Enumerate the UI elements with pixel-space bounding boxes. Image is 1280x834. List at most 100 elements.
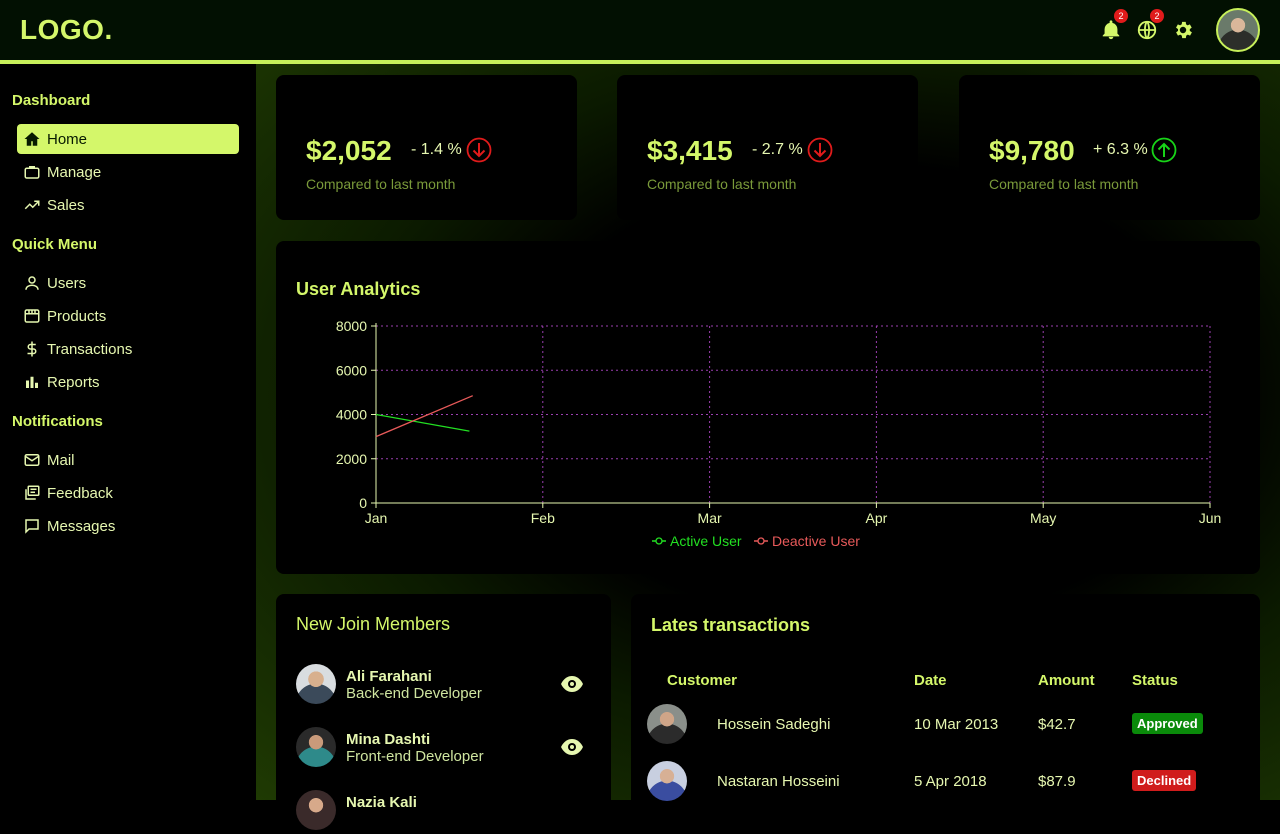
eye-icon[interactable] [560,674,584,694]
new-members-panel: New Join Members Ali Farahani Back-end D… [276,594,611,830]
sidebar-item-manage[interactable]: Manage [17,157,239,187]
legend-label: Deactive User [772,533,860,549]
sidebar-item-sales[interactable]: Sales [17,190,239,220]
language-badge: 2 [1150,9,1164,23]
feedback-icon [23,484,41,502]
briefcase-icon [23,163,41,181]
transaction-amount: $87.9 [1038,773,1076,790]
legend-marker [655,537,663,545]
home-icon [23,130,41,148]
store-icon [23,307,41,325]
section-title-notifications: Notifications [12,413,103,430]
column-header-amount: Amount [1038,672,1095,689]
y-tick-label: 6000 [336,362,367,378]
list-item[interactable]: Mina Dashti Front-end Developer [296,727,586,771]
sidebar-item-label: Home [47,130,88,148]
transactions-panel: Lates transactions Customer Date Amount … [631,594,1260,814]
x-tick-label: Mar [698,510,722,526]
avatar [296,664,336,704]
member-role: Front-end Developer [346,748,484,765]
stat-card: $9,780 + 6.3 % Compared to last month [959,75,1260,220]
x-tick-label: May [1030,510,1056,526]
series-line [375,395,473,438]
sidebar-item-label: Feedback [47,484,113,502]
column-header-date: Date [914,672,947,689]
user-icon [23,274,41,292]
panel-title: Lates transactions [651,615,811,635]
stat-delta: - 1.4 % [411,141,462,158]
x-tick-label: Jun [1199,510,1222,526]
sidebar-item-label: Manage [47,163,102,181]
sidebar-item-transactions[interactable]: Transactions [17,334,239,364]
sidebar-item-label: Mail [47,451,75,469]
globe-icon[interactable]: 2 [1136,9,1164,41]
section-title-quick-menu: Quick Menu [12,236,98,253]
message-icon [23,517,41,535]
user-analytics-chart: 0 2000 4000 6000 8000 Jan Feb Mar Apr May Jun Activ… [336,318,1222,549]
list-item[interactable]: Ali Farahani Back-end Developer [296,664,586,708]
avatar [296,727,336,767]
avatar [647,704,687,744]
logo[interactable]: LOGO. [20,14,113,46]
user-analytics-panel: User Analytics 0 2000 4000 6000 8000 Jan Feb Ma… [276,241,1260,574]
sidebar-item-feedback[interactable]: Feedback [17,478,239,508]
customer-name: Nastaran Hosseini [717,773,840,790]
member-role: Back-end Developer [346,685,482,702]
y-tick-label: 8000 [336,318,367,334]
sidebar-item-mail[interactable]: Mail [17,445,239,475]
sidebar-item-label: Transactions [47,340,133,358]
y-tick-label: 0 [359,495,367,511]
gear-icon[interactable] [1172,19,1194,41]
sidebar-item-home[interactable]: Home [17,124,239,154]
list-item[interactable]: Nazia Kali [296,790,586,834]
sidebar-item-label: Messages [47,517,116,535]
stat-value: $2,052 [306,135,392,166]
bell-icon[interactable]: 2 [1100,9,1128,41]
arrow-down-icon [466,137,492,163]
notification-badge: 2 [1114,9,1128,23]
sidebar-item-label: Reports [47,373,100,391]
section-title-dashboard: Dashboard [12,92,91,109]
mail-icon [23,451,41,469]
legend-label: Active User [670,533,742,549]
bar-chart-icon [23,373,41,391]
x-tick-label: Jan [365,510,388,526]
status-badge: Approved [1132,713,1203,734]
avatar[interactable] [1216,8,1260,52]
sidebar-item-users[interactable]: Users [17,268,239,298]
sidebar-item-messages[interactable]: Messages [17,511,239,541]
stat-value: $9,780 [989,135,1075,166]
stat-value: $3,415 [647,135,733,166]
member-name: Mina Dashti [346,731,431,748]
stat-card: $2,052 - 1.4 % Compared to last month [276,75,577,220]
status-badge: Declined [1132,770,1197,791]
stat-card: $3,415 - 2.7 % Compared to last month [617,75,918,220]
sidebar-item-label: Products [47,307,107,325]
column-header-customer: Customer [667,672,738,689]
eye-icon[interactable] [560,737,584,757]
trend-icon [23,196,41,214]
y-tick-label: 2000 [336,451,367,467]
legend-marker [757,537,765,545]
column-header-status: Status [1132,672,1178,689]
stat-delta: + 6.3 % [1093,141,1148,158]
dollar-icon [23,340,41,358]
sidebar-item-label: Users [47,274,87,292]
stat-note: Compared to last month [989,176,1139,192]
top-bar: LOGO. 2 2 [0,0,1280,64]
sidebar-item-products[interactable]: Products [17,301,239,331]
panel-title: New Join Members [296,614,451,634]
stat-note: Compared to last month [647,176,797,192]
stat-delta: - 2.7 % [752,141,803,158]
member-name: Nazia Kali [346,794,417,811]
member-name: Ali Farahani [346,668,432,685]
sidebar-item-reports[interactable]: Reports [17,367,239,397]
arrow-down-icon [807,137,833,163]
header-actions: 2 2 [1100,8,1260,52]
sidebar-item-label: Sales [47,196,85,214]
customer-name: Hossein Sadeghi [717,716,831,733]
sidebar: Dashboard Home Manage Sales Quick Menu U… [0,64,256,800]
x-tick-label: Apr [866,510,888,526]
avatar [296,790,336,830]
avatar [647,761,687,801]
